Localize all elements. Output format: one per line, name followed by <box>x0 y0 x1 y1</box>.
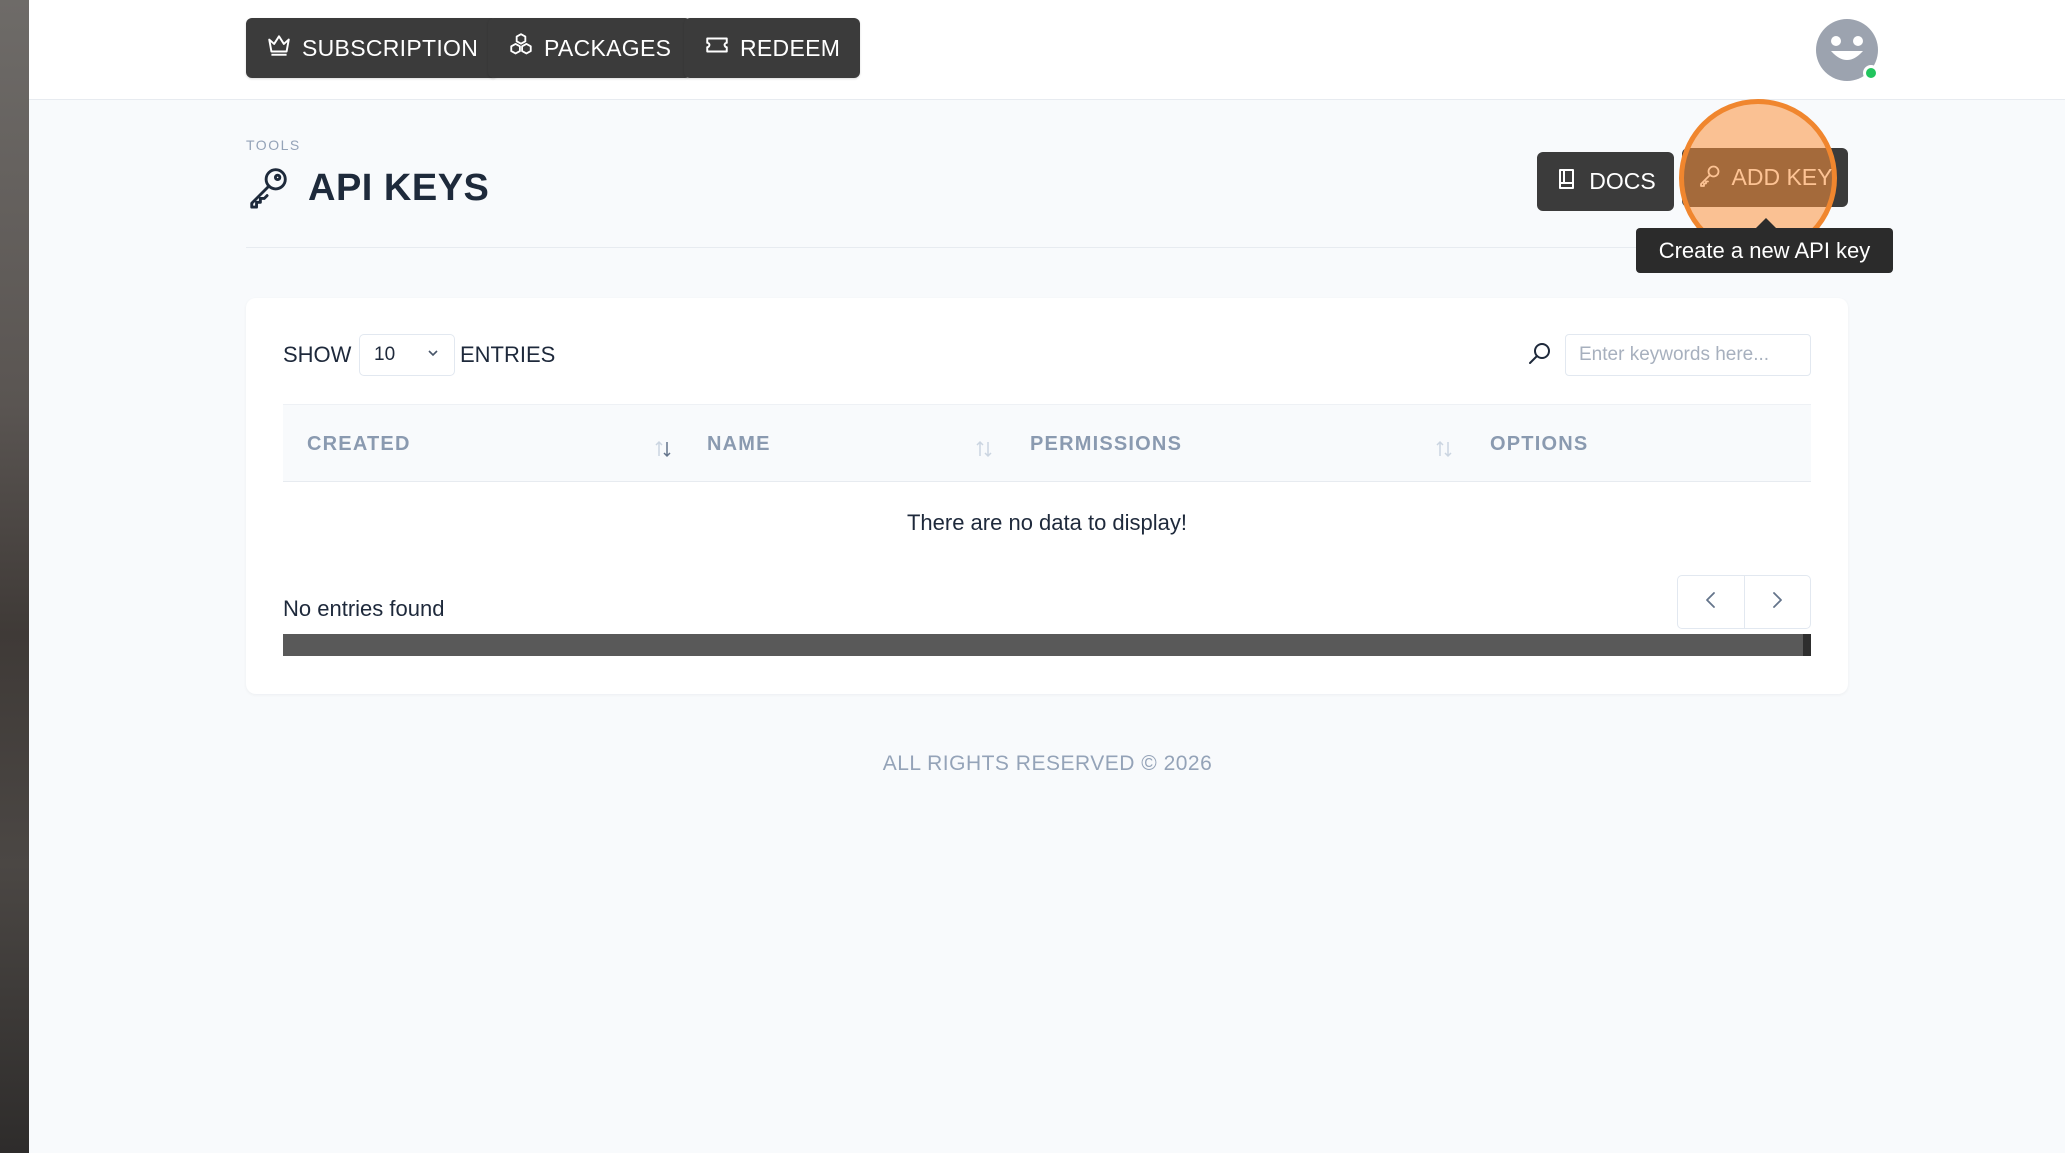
add-key-button[interactable]: ADD KEY <box>1682 148 1848 207</box>
chevron-left-icon <box>1700 589 1722 616</box>
docs-button[interactable]: DOCS <box>1537 152 1674 211</box>
scrollbar-thumb-end[interactable] <box>1803 634 1811 656</box>
sort-icon[interactable] <box>1433 437 1455 461</box>
page-title: API KEYS <box>308 166 490 209</box>
breadcrumb: TOOLS <box>246 137 301 153</box>
cubes-icon <box>508 32 534 64</box>
redeem-label: REDEEM <box>740 34 841 61</box>
column-header-options: OPTIONS <box>1490 405 1790 483</box>
column-label: OPTIONS <box>1490 432 1589 455</box>
packages-label: PACKAGES <box>544 34 672 61</box>
pagination <box>1677 575 1811 629</box>
online-status-dot <box>1863 65 1879 81</box>
page-size-value: 10 <box>374 344 396 365</box>
horizontal-scrollbar[interactable] <box>283 634 1811 656</box>
subscription-label: SUBSCRIPTION <box>302 34 479 61</box>
search-icon <box>1526 340 1554 368</box>
page-title-row: API KEYS <box>246 163 489 213</box>
ticket-icon <box>704 32 730 64</box>
page-size-select[interactable]: 10 <box>359 334 455 376</box>
show-label: SHOW <box>283 342 352 367</box>
table-header: CREATED NAME PERMISSIONS OPTIONS <box>283 404 1811 482</box>
chevron-right-icon <box>1766 589 1788 616</box>
footer-copyright: ALL RIGHTS RESERVED © 2026 <box>882 752 1213 775</box>
column-label: PERMISSIONS <box>1030 432 1183 455</box>
sort-icon[interactable] <box>652 437 674 461</box>
column-label: CREATED <box>307 432 411 455</box>
next-page-button[interactable] <box>1743 576 1811 628</box>
search-input[interactable] <box>1565 334 1811 376</box>
crown-icon <box>266 32 292 64</box>
column-header-created[interactable]: CREATED <box>307 405 687 483</box>
empty-table-message: There are no data to display! <box>906 510 1188 535</box>
column-header-permissions[interactable]: PERMISSIONS <box>1030 405 1430 483</box>
chevron-down-icon <box>426 344 440 366</box>
user-avatar[interactable] <box>1816 19 1879 81</box>
entries-label: ENTRIES <box>460 342 556 367</box>
docs-label: DOCS <box>1589 168 1656 194</box>
column-label: NAME <box>707 432 771 455</box>
subscription-button[interactable]: SUBSCRIPTION <box>246 18 499 78</box>
packages-button[interactable]: PACKAGES <box>488 18 692 78</box>
sort-icon[interactable] <box>973 437 995 461</box>
background-window-edge <box>0 0 29 1153</box>
redeem-button[interactable]: REDEEM <box>684 18 861 78</box>
entries-status: No entries found <box>283 596 445 621</box>
api-keys-table-card: SHOW 10 ENTRIES CREATED NAME PERMISSIONS… <box>246 298 1848 694</box>
add-key-label: ADD KEY <box>1731 164 1833 190</box>
book-icon <box>1555 167 1579 197</box>
previous-page-button[interactable] <box>1678 576 1744 628</box>
key-icon <box>246 163 292 214</box>
title-divider <box>246 247 1848 248</box>
add-key-tooltip: Create a new API key <box>1636 218 1893 273</box>
top-navigation-bar: SUBSCRIPTION PACKAGES REDEEM <box>29 0 2065 100</box>
column-header-name[interactable]: NAME <box>707 405 1007 483</box>
key-icon <box>1698 163 1722 193</box>
